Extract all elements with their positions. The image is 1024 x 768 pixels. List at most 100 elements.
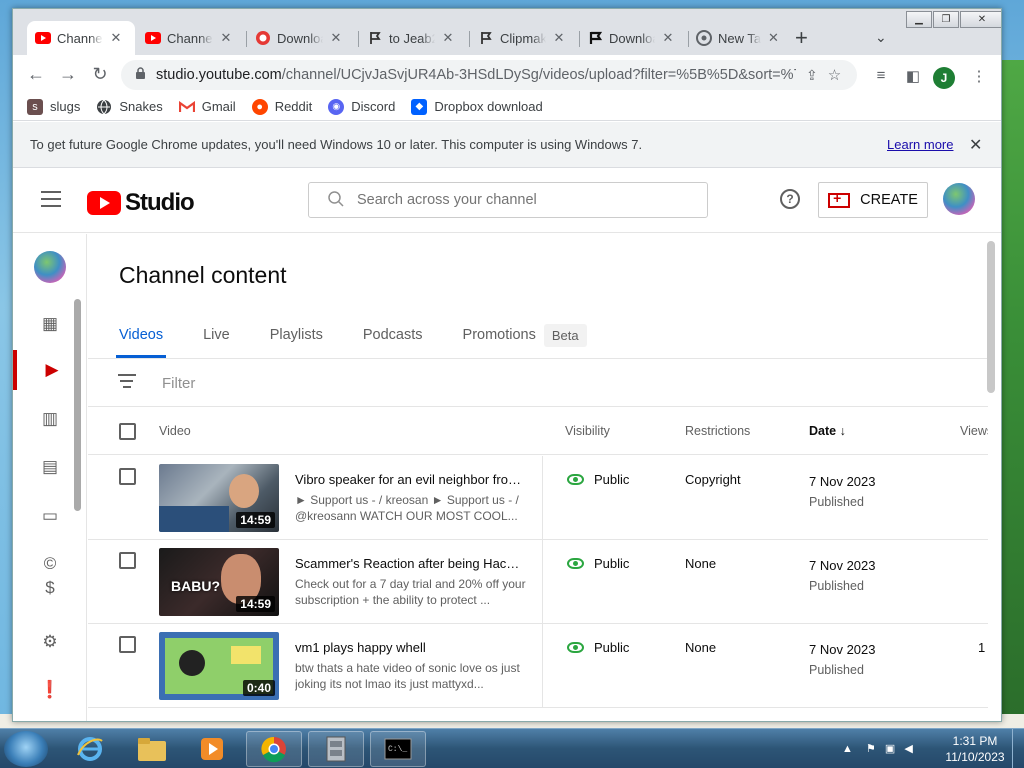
create-button[interactable]: CREATE bbox=[818, 182, 928, 218]
side-panel-icon[interactable]: ◧ bbox=[903, 67, 923, 85]
settings-icon[interactable]: ⚙ bbox=[13, 622, 87, 662]
reload-button[interactable]: ↻ bbox=[89, 64, 111, 84]
video-title[interactable]: Scammer's Reaction after being Hacked... bbox=[295, 556, 525, 571]
address-bar[interactable]: studio.youtube.com/channel/UCjvJaSvjUR4A… bbox=[121, 60, 857, 90]
close-icon[interactable]: ✕ bbox=[219, 30, 233, 46]
bookmark-snakes[interactable]: Snakes bbox=[96, 99, 163, 115]
channel-avatar[interactable] bbox=[34, 251, 66, 283]
maximize-button[interactable]: ❐ bbox=[933, 11, 959, 28]
share-icon[interactable]: ⇪ bbox=[806, 67, 818, 84]
action-center-icon[interactable]: ⚑ bbox=[866, 743, 876, 755]
close-icon[interactable]: ✕ bbox=[552, 30, 566, 46]
video-thumbnail[interactable]: 14:59 bbox=[159, 464, 279, 532]
arrow-down-icon: ↓ bbox=[839, 424, 846, 438]
earn-icon[interactable]: $ bbox=[13, 578, 87, 598]
show-desktop-button[interactable] bbox=[1012, 729, 1024, 768]
row-checkbox[interactable] bbox=[119, 636, 136, 653]
menu-kebab-icon[interactable]: ⋮ bbox=[969, 67, 989, 85]
tab-videos[interactable]: Videos bbox=[115, 312, 167, 358]
filter-input[interactable]: Filter bbox=[162, 375, 195, 392]
network-icon[interactable]: ▣ bbox=[885, 743, 895, 755]
video-title[interactable]: Vibro speaker for an evil neighbor from.… bbox=[295, 472, 525, 487]
infobar-message: To get future Google Chrome updates, you… bbox=[30, 137, 643, 152]
tab-live[interactable]: Live bbox=[203, 312, 230, 358]
channel-search[interactable] bbox=[308, 182, 708, 218]
close-icon[interactable]: ✕ bbox=[109, 30, 123, 46]
visibility-cell[interactable]: Public bbox=[567, 640, 629, 655]
command-prompt-icon[interactable]: C:\_ bbox=[370, 731, 426, 767]
tab-channel-content-1[interactable]: Channel content - YouTube Studio ✕ bbox=[27, 21, 135, 55]
ie-icon[interactable] bbox=[62, 731, 118, 767]
chrome-taskbar-icon[interactable] bbox=[246, 731, 302, 767]
media-player-icon[interactable] bbox=[184, 731, 240, 767]
video-thumbnail[interactable]: BABU? 14:59 bbox=[159, 548, 279, 616]
start-button[interactable] bbox=[4, 731, 48, 767]
restrictions-value[interactable]: None bbox=[685, 640, 716, 655]
show-hidden-icons[interactable]: ▲ bbox=[842, 743, 853, 755]
row-checkbox[interactable] bbox=[119, 468, 136, 485]
visibility-cell[interactable]: Public bbox=[567, 472, 629, 487]
tab-playlists[interactable]: Playlists bbox=[270, 312, 323, 358]
row-checkbox[interactable] bbox=[119, 552, 136, 569]
tab-download[interactable]: Download ✕ bbox=[247, 21, 355, 55]
url-text[interactable]: studio.youtube.com/channel/UCjvJaSvjUR4A… bbox=[156, 67, 796, 83]
tab-clipmaker[interactable]: Clipmaker ✕ bbox=[470, 21, 578, 55]
volume-icon[interactable]: ◀ bbox=[904, 743, 912, 755]
tab-new-tab[interactable]: New Tab ✕ bbox=[688, 21, 788, 55]
tab-download-2[interactable]: Download ✕ bbox=[579, 21, 687, 55]
tab-promotions[interactable]: Promotions Beta bbox=[463, 312, 587, 358]
bookmark-slugs[interactable]: s slugs bbox=[27, 98, 80, 115]
account-avatar[interactable] bbox=[943, 183, 975, 215]
video-title[interactable]: vm1 plays happy whell bbox=[295, 640, 525, 655]
close-icon[interactable]: ✕ bbox=[441, 30, 455, 46]
bookmark-reddit[interactable]: ● Reddit bbox=[251, 98, 312, 115]
file-cabinet-icon[interactable] bbox=[308, 731, 364, 767]
date-cell: 7 Nov 2023 Published bbox=[809, 472, 876, 512]
restrictions-value[interactable]: Copyright bbox=[685, 472, 741, 487]
tab-channel-content-2[interactable]: Channel content - YouTube Studio ✕ bbox=[137, 21, 245, 55]
close-icon[interactable]: ✕ bbox=[661, 30, 675, 46]
tab-to-jeab2[interactable]: to Jeab2 ✕ bbox=[359, 21, 467, 55]
table-row[interactable]: BABU? 14:59 Scammer's Reaction after bei… bbox=[88, 540, 988, 624]
bookmark-discord[interactable]: ◉ Discord bbox=[328, 98, 395, 115]
filter-bar[interactable]: Filter bbox=[118, 374, 195, 392]
video-thumbnail[interactable]: 0:40 bbox=[159, 632, 279, 700]
table-row[interactable]: 0:40 vm1 plays happy whell btw thats a h… bbox=[88, 624, 988, 708]
close-icon[interactable]: ✕ bbox=[329, 30, 343, 46]
feedback-icon[interactable]: ❗ bbox=[13, 670, 87, 710]
new-tab-button[interactable]: + bbox=[795, 27, 808, 49]
sidebar-scrollbar[interactable] bbox=[74, 299, 81, 511]
explorer-folder-icon[interactable] bbox=[124, 731, 180, 767]
search-input[interactable] bbox=[357, 192, 677, 208]
minimize-button[interactable]: ▁ bbox=[906, 11, 932, 28]
bookmark-star-icon[interactable]: ☆ bbox=[828, 66, 841, 84]
studio-logo[interactable]: Studio bbox=[87, 189, 195, 217]
video-duration: 14:59 bbox=[236, 512, 275, 528]
tab-podcasts[interactable]: Podcasts bbox=[363, 312, 423, 358]
hamburger-menu-icon[interactable] bbox=[41, 191, 61, 212]
forward-button[interactable]: → bbox=[57, 64, 79, 84]
learn-more-link[interactable]: Learn more bbox=[887, 137, 953, 152]
vertical-scrollbar[interactable] bbox=[987, 241, 995, 393]
visibility-cell[interactable]: Public bbox=[567, 556, 629, 571]
studio-sidebar: ▦ ▶ ▥ ▤ ▭ © $ ⚙ ❗ bbox=[13, 234, 87, 721]
bookmark-dropbox-download[interactable]: ◆ Dropbox download bbox=[411, 98, 543, 115]
select-all-checkbox[interactable] bbox=[119, 423, 136, 440]
table-row[interactable]: 14:59 Vibro speaker for an evil neighbor… bbox=[88, 456, 988, 540]
close-icon[interactable]: ✕ bbox=[969, 135, 982, 155]
tab-search-chevron-icon[interactable]: ⌄ bbox=[875, 29, 887, 46]
bookmark-gmail[interactable]: Gmail bbox=[178, 99, 236, 115]
date-status: Published bbox=[809, 579, 864, 593]
flag-icon bbox=[587, 30, 603, 46]
close-icon[interactable]: ✕ bbox=[767, 30, 780, 46]
back-button[interactable]: ← bbox=[25, 64, 47, 84]
svg-text:C:\_: C:\_ bbox=[388, 745, 407, 754]
filter-icon[interactable] bbox=[118, 374, 136, 392]
profile-avatar[interactable]: J bbox=[933, 67, 955, 89]
column-date[interactable]: Date ↓ bbox=[809, 424, 846, 438]
help-icon[interactable]: ? bbox=[780, 189, 800, 209]
restrictions-value[interactable]: None bbox=[685, 556, 716, 571]
media-queue-icon[interactable]: ≡ bbox=[871, 67, 891, 84]
clock[interactable]: 1:31 PM 11/10/2023 bbox=[940, 733, 1010, 765]
close-window-button[interactable]: ✕ bbox=[960, 11, 1001, 28]
